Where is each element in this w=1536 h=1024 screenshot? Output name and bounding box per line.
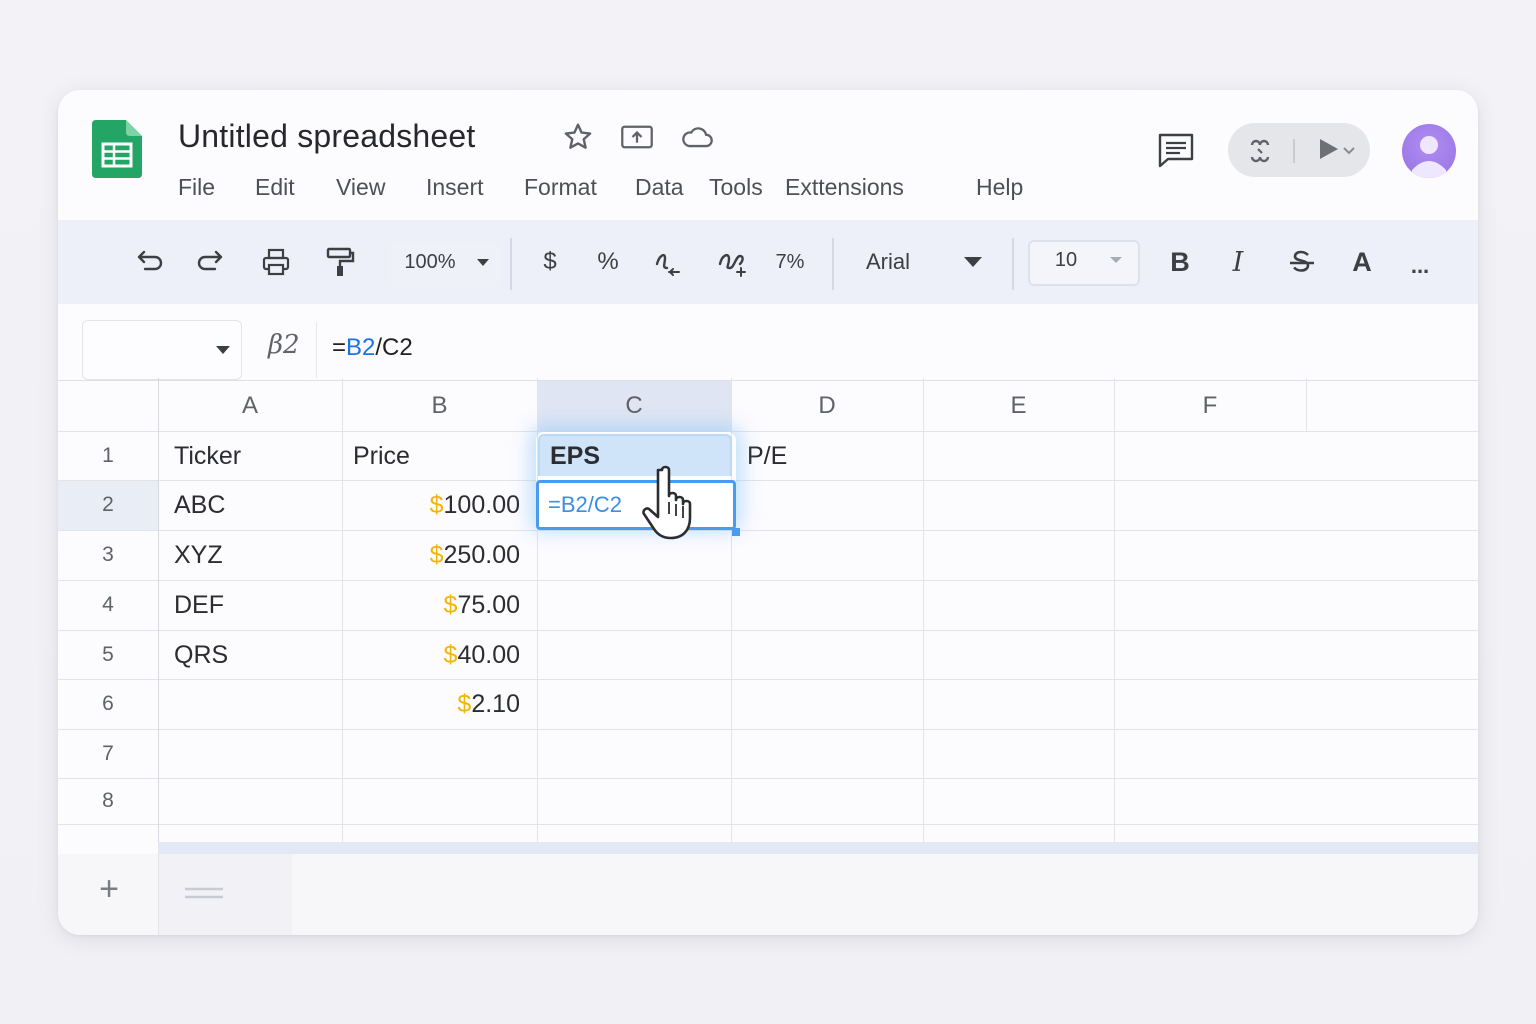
print-icon[interactable]	[256, 220, 296, 304]
cell-b3[interactable]: $250.00	[348, 530, 520, 580]
toolbar: 100% $ % 7% Arial 10 B I A ...	[58, 220, 1478, 304]
cell-b2-value: 100.00	[443, 490, 520, 519]
meet-icon[interactable]	[1246, 137, 1274, 165]
column-header-b[interactable]: B	[342, 381, 537, 431]
row-header-6[interactable]: 6	[58, 679, 158, 729]
currency-symbol: $	[457, 689, 472, 718]
row-header-5[interactable]: 5	[58, 630, 158, 679]
menu-insert[interactable]: Insert	[426, 174, 484, 201]
strikethrough-icon[interactable]	[1282, 220, 1322, 304]
menu-edit[interactable]: Edit	[255, 174, 295, 201]
horizontal-scrollbar[interactable]	[158, 842, 1478, 854]
currency-symbol: $	[429, 490, 444, 519]
row-header-7[interactable]: 7	[58, 729, 158, 778]
increase-decimal-icon[interactable]	[712, 220, 752, 304]
font-size-dropdown-icon[interactable]	[1106, 218, 1126, 302]
cell-a1[interactable]: Ticker	[174, 431, 241, 481]
cell-a3[interactable]: XYZ	[174, 530, 223, 580]
bold-button[interactable]: B	[1160, 220, 1200, 304]
sheets-list-icon	[185, 887, 223, 899]
redo-icon[interactable]	[192, 220, 232, 304]
font-dropdown-icon[interactable]	[962, 220, 984, 304]
menu-help[interactable]: Help	[976, 174, 1023, 201]
formula-divider	[316, 322, 317, 378]
column-header-c[interactable]: C	[537, 381, 731, 431]
name-box[interactable]	[82, 320, 242, 380]
italic-button[interactable]: I	[1218, 220, 1258, 304]
row-header-1[interactable]: 1	[58, 431, 158, 480]
move-to-drive-icon[interactable]	[620, 120, 654, 154]
row-header-4[interactable]: 4	[58, 580, 158, 630]
zoom-value: 100%	[404, 250, 456, 273]
cell-b5[interactable]: $40.00	[348, 630, 520, 680]
menu-data[interactable]: Data	[635, 174, 684, 201]
percent-format-more[interactable]: 7%	[770, 220, 810, 304]
cell-b1[interactable]: Price	[353, 431, 410, 481]
cell-b3-value: 250.00	[443, 540, 520, 569]
menu-view[interactable]: View	[336, 174, 385, 201]
sheets-logo-icon[interactable]	[92, 120, 142, 178]
menu-extensions[interactable]: Exttensions	[785, 174, 904, 201]
text-color-button[interactable]: A	[1342, 220, 1382, 304]
font-size-value: 10	[1054, 248, 1078, 271]
cell-b2[interactable]: $100.00	[348, 480, 520, 530]
toolbar-separator	[832, 238, 834, 290]
comment-icon[interactable]	[1156, 130, 1196, 170]
cell-a4[interactable]: DEF	[174, 580, 224, 630]
currency-symbol: $	[443, 590, 458, 619]
currency-symbol: $	[443, 640, 458, 669]
currency-format-button[interactable]: $	[530, 220, 570, 304]
zoom-dropdown-icon[interactable]	[472, 220, 494, 304]
cell-a5[interactable]: QRS	[174, 630, 228, 680]
formula-input[interactable]: =B2/C2	[332, 334, 413, 362]
name-box-dropdown-icon[interactable]	[215, 345, 231, 355]
formula-ref-b2: B2	[346, 334, 376, 361]
formula-ref-c2: C2	[382, 334, 413, 361]
menu-tools[interactable]: Tools	[709, 174, 763, 201]
toolbar-separator	[1012, 238, 1014, 290]
menu-file[interactable]: File	[178, 174, 215, 201]
fx-label: β2	[268, 330, 300, 360]
cell-c2-editor[interactable]: =B2/C2	[536, 480, 736, 530]
row-header-3[interactable]: 3	[58, 530, 158, 580]
avatar-icon[interactable]	[1402, 124, 1456, 178]
cell-d1[interactable]: P/E	[747, 431, 787, 481]
sheet-grid: A B C D E F 1 2 3 4 5 6 7 8 Ticker Price…	[58, 378, 1478, 854]
cell-b6[interactable]: $2.10	[348, 679, 520, 729]
decrease-decimal-icon[interactable]	[648, 220, 688, 304]
present-icon[interactable]	[1314, 137, 1360, 163]
cell-b4-value: 75.00	[457, 590, 520, 619]
formula-prefix: =	[332, 334, 347, 361]
cloud-status-icon[interactable]	[680, 120, 714, 154]
column-header-d[interactable]: D	[731, 381, 923, 431]
meet-present-controls[interactable]	[1228, 123, 1370, 177]
row-header-2[interactable]: 2	[58, 480, 158, 530]
add-sheet-button[interactable]: +	[88, 868, 130, 910]
currency-symbol: $	[429, 540, 444, 569]
cell-b6-value: 2.10	[471, 689, 520, 718]
cell-b4[interactable]: $75.00	[348, 580, 520, 630]
cell-a2[interactable]: ABC	[174, 480, 225, 530]
sheet-tabs-bar: +	[58, 854, 1478, 935]
star-icon[interactable]	[561, 120, 595, 154]
pill-divider	[1293, 139, 1295, 163]
menu-format[interactable]: Format	[524, 174, 597, 201]
fill-handle[interactable]	[732, 528, 740, 536]
cell-b5-value: 40.00	[457, 640, 520, 669]
hand-cursor-icon	[642, 465, 692, 540]
column-header-f[interactable]: F	[1114, 381, 1306, 431]
all-sheets-button[interactable]	[158, 854, 292, 935]
toolbar-separator	[510, 238, 512, 290]
document-title[interactable]: Untitled spreadsheet	[178, 118, 476, 155]
row-header-8[interactable]: 8	[58, 778, 158, 824]
undo-icon[interactable]	[128, 220, 168, 304]
column-header-e[interactable]: E	[923, 381, 1114, 431]
percent-format-button[interactable]: %	[588, 220, 628, 304]
spreadsheet-window: Untitled spreadsheet File Edit View Inse…	[58, 90, 1478, 935]
paint-format-icon[interactable]	[320, 220, 360, 304]
column-header-a[interactable]: A	[158, 381, 342, 431]
font-family-select[interactable]: Arial	[858, 220, 918, 304]
more-options-button[interactable]: ...	[1400, 220, 1440, 304]
